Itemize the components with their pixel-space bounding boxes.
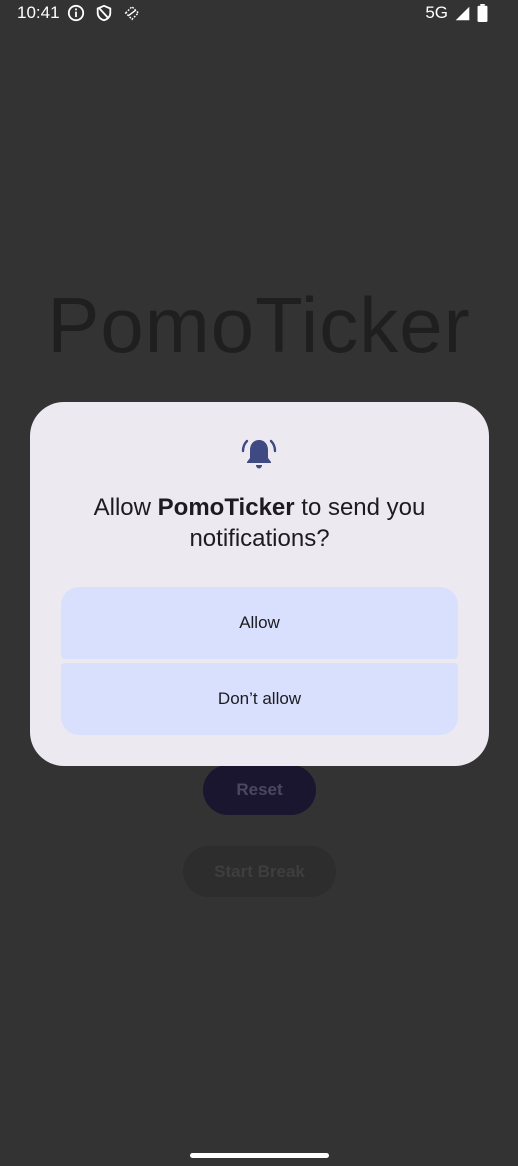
app-title: PomoTicker [47,281,471,369]
notification-permission-dialog: Allow PomoTicker to send you notificatio… [30,402,489,766]
allow-button[interactable]: Allow [61,587,458,659]
screen: 10:41 5G PomoTicker Reset Start Break Al… [0,0,518,1166]
signal-icon [455,6,470,20]
reset-button: Reset [203,765,316,815]
gesture-navigation-bar[interactable] [190,1153,329,1158]
info-icon [67,4,85,22]
allow-button-label: Allow [239,613,280,632]
vpn-shield-icon [96,4,112,22]
battery-icon [477,4,488,22]
dont-allow-button[interactable]: Don’t allow [61,663,458,735]
status-right: 5G [425,3,488,23]
message-app-name: PomoTicker [157,494,295,521]
data-saver-icon [124,5,140,21]
dialog-message: Allow PomoTicker to send you notificatio… [60,492,459,554]
start-break-button: Start Break [183,846,336,897]
network-type: 5G [425,3,448,22]
status-time: 10:41 [17,3,60,22]
notification-bell-icon [241,439,277,469]
status-bar: 10:41 5G [0,0,518,30]
dont-allow-button-label: Don’t allow [217,689,302,708]
message-prefix: Allow [93,494,158,521]
